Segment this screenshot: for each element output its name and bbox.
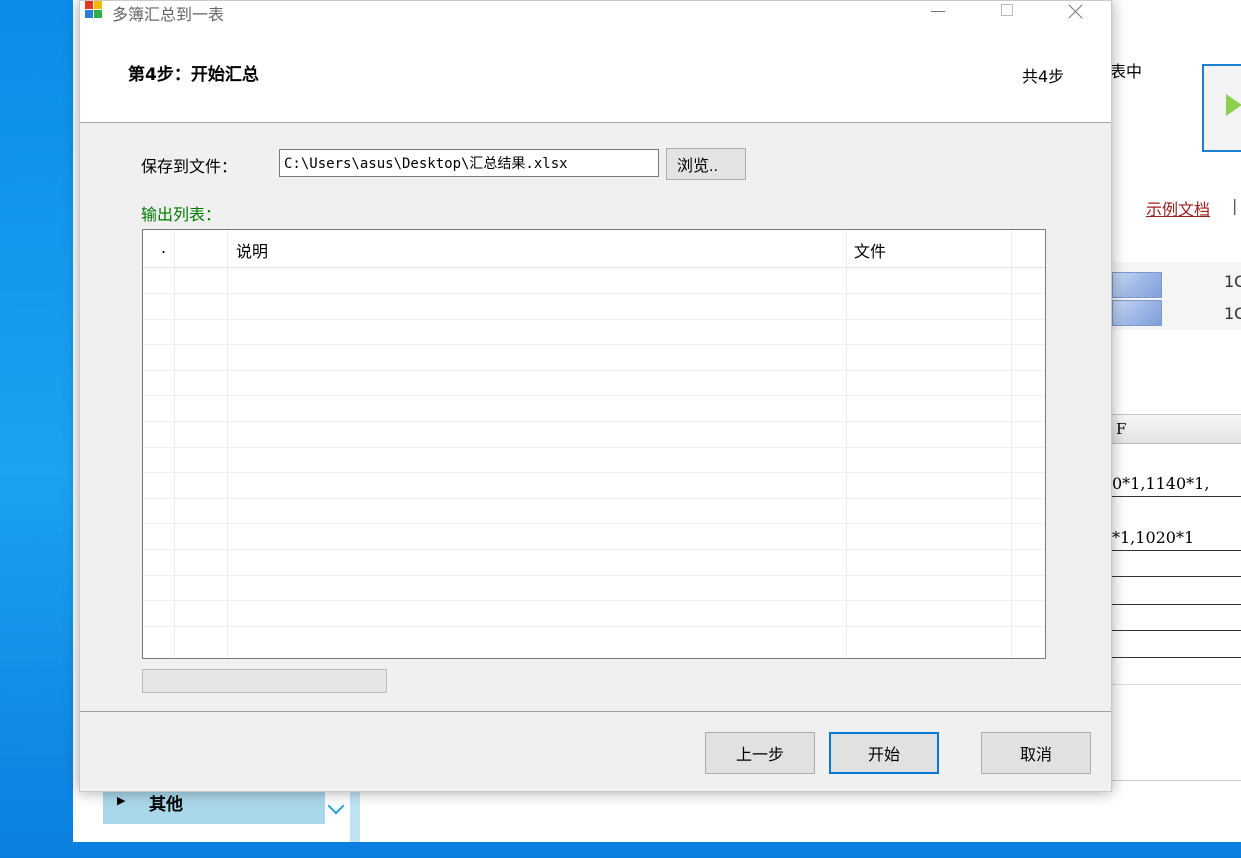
app-icon xyxy=(85,1,103,19)
bg-text-biaozhong: 表中 xyxy=(1110,62,1143,81)
bg-cell[interactable]: *1,1020*1 xyxy=(1112,528,1194,547)
progress-bar xyxy=(142,669,387,693)
title-bar[interactable]: 多簿汇总到一表 xyxy=(80,1,1111,24)
window-title: 多簿汇总到一表 xyxy=(112,5,225,24)
step-header: 第4步：开始汇总 共4步 xyxy=(80,23,1111,123)
bg-cell[interactable]: 0*1,1140*1, xyxy=(1112,474,1209,493)
bg-grid-line xyxy=(1110,684,1241,685)
column-header-description[interactable]: 说明 xyxy=(236,238,268,262)
chevron-down-icon xyxy=(327,797,345,815)
link-separator: | xyxy=(1232,196,1238,215)
merge-workbooks-dialog: 多簿汇总到一表 第4步：开始汇总 共4步 保存到文件： 浏览.. 输出列表： .… xyxy=(79,0,1112,792)
play-icon xyxy=(1226,94,1241,116)
bg-left-strip xyxy=(350,790,360,842)
column-f-label: F xyxy=(1116,420,1127,438)
save-to-file-label: 保存到文件： xyxy=(141,157,238,176)
close-button[interactable] xyxy=(1053,1,1099,23)
bg-column-header[interactable]: F xyxy=(1110,414,1241,444)
minimize-icon xyxy=(931,11,945,12)
maximize-button[interactable] xyxy=(984,1,1030,23)
bg-preview-box[interactable] xyxy=(1202,64,1241,152)
sidebar-item-label: 其他 xyxy=(149,795,183,815)
expand-button[interactable] xyxy=(325,792,349,826)
bg-number: 1C xyxy=(1224,304,1241,323)
cancel-button[interactable]: 取消 xyxy=(981,732,1091,774)
browse-button[interactable]: 浏览.. xyxy=(666,148,746,180)
output-list-label: 输出列表： xyxy=(141,205,222,224)
bg-grid-line xyxy=(1110,604,1241,605)
column-header-index[interactable]: . xyxy=(161,238,166,257)
save-path-input[interactable] xyxy=(279,149,659,177)
bg-grid-line xyxy=(1110,630,1241,631)
bg-number: 1C xyxy=(1224,272,1241,291)
maximize-icon xyxy=(1001,4,1013,16)
previous-step-button[interactable]: 上一步 xyxy=(705,732,815,774)
bg-grid-line xyxy=(1110,657,1241,658)
bg-bar xyxy=(1112,272,1162,298)
bg-grid-line xyxy=(1110,576,1241,577)
column-header-file[interactable]: 文件 xyxy=(854,238,886,262)
bg-bar xyxy=(1112,300,1162,326)
example-doc-link[interactable]: 示例文档 xyxy=(1146,196,1210,220)
start-button[interactable]: 开始 xyxy=(829,732,939,774)
bg-grid-line xyxy=(1110,496,1241,497)
step-total: 共4步 xyxy=(1022,67,1065,86)
bg-grid-line xyxy=(1110,550,1241,551)
minimize-button[interactable] xyxy=(914,1,960,23)
step-title: 第4步：开始汇总 xyxy=(128,65,259,85)
triangle-right-icon: ▶ xyxy=(117,794,126,807)
output-list-table[interactable]: . 说明 文件 xyxy=(142,229,1046,659)
footer-divider xyxy=(80,711,1111,712)
